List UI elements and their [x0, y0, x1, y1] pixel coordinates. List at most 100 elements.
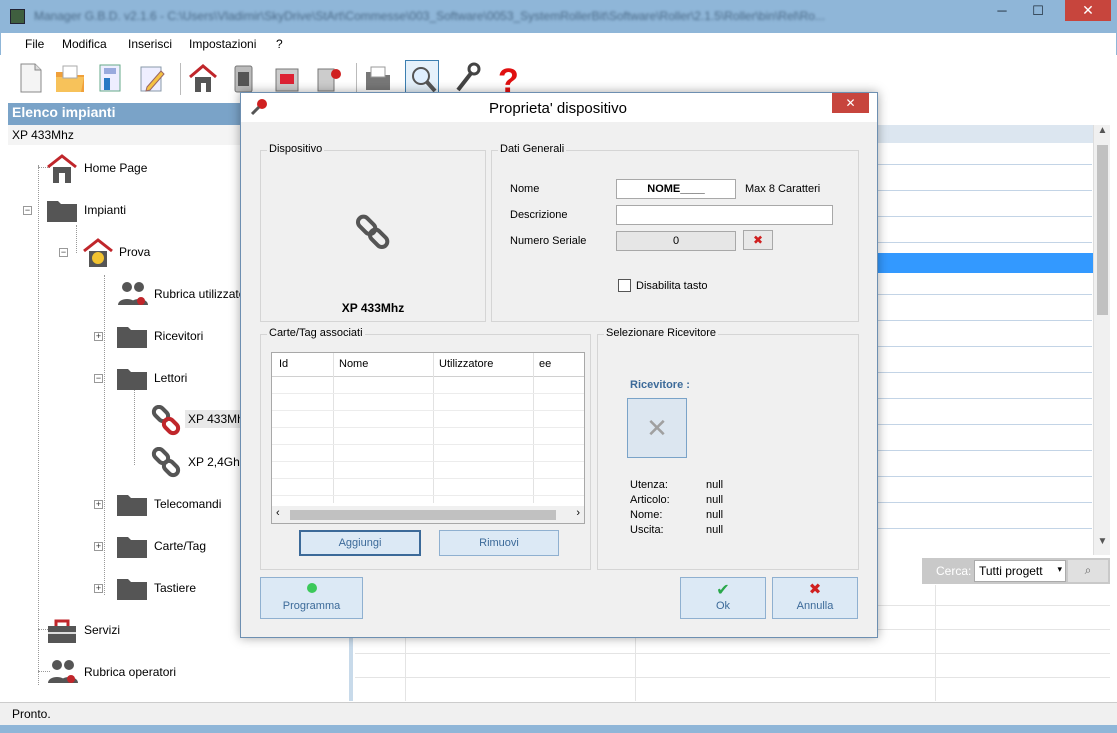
- articolo-label: Articolo:: [630, 494, 670, 506]
- device-properties-dialog: Proprieta' dispositivo ✕ Dispositivo XP …: [240, 92, 878, 638]
- help-icon[interactable]: ?: [490, 60, 524, 100]
- device-icon[interactable]: [226, 60, 260, 96]
- scroll-down-icon[interactable]: ▼: [1095, 536, 1110, 553]
- status-text: Pronto.: [12, 707, 51, 721]
- rimuovi-button[interactable]: Rimuovi: [439, 530, 559, 556]
- uscita-value: null: [706, 524, 724, 536]
- tree-label: Impianti: [84, 203, 127, 217]
- collapse-toggle[interactable]: −: [94, 374, 103, 383]
- svg-text:?: ?: [498, 62, 519, 96]
- utenza-value: null: [706, 479, 724, 491]
- app-icon: [10, 9, 25, 24]
- scroll-right-icon[interactable]: ›: [576, 507, 580, 519]
- menu-impostazioni[interactable]: Impostazioni: [189, 37, 256, 51]
- close-button[interactable]: ✕: [1065, 0, 1111, 21]
- project-select[interactable]: Tutti progett ▾: [974, 560, 1066, 582]
- status-bar: Pronto.: [0, 702, 1117, 733]
- annulla-button[interactable]: ✖ Annulla: [772, 577, 858, 619]
- new-file-icon[interactable]: [13, 60, 47, 96]
- uscita-label: Uscita:: [630, 524, 664, 536]
- tree-label: Rubrica utilizzatori: [154, 287, 253, 301]
- title-bar: Manager G.B.D. v2.1.6 - C:\Users\Vladimi…: [0, 0, 1117, 33]
- column-header-utilizzatore[interactable]: Utilizzatore: [439, 358, 493, 370]
- scroll-left-icon[interactable]: ‹: [276, 507, 280, 519]
- ricevitore-label: Ricevitore :: [630, 379, 690, 391]
- expand-toggle[interactable]: +: [94, 500, 103, 509]
- open-folder-icon[interactable]: [53, 60, 87, 96]
- group-title: Selezionare Ricevitore: [604, 327, 719, 339]
- collapse-toggle[interactable]: −: [59, 248, 68, 257]
- search-button[interactable]: ⌕: [1068, 560, 1108, 582]
- dispositivo-group: Dispositivo XP 433Mhz: [260, 143, 486, 322]
- tree-item-servizi[interactable]: Servizi: [46, 615, 246, 645]
- red-x-icon: ✖: [752, 233, 764, 247]
- home-icon[interactable]: [186, 60, 220, 96]
- clear-serial-button[interactable]: ✖: [743, 230, 773, 250]
- key-device-icon[interactable]: [312, 60, 346, 96]
- tree-label: Telecomandi: [154, 497, 222, 511]
- chevron-down-icon: ▾: [1057, 564, 1062, 574]
- utenza-label: Utenza:: [630, 479, 668, 491]
- device-name: XP 433Mhz: [341, 301, 405, 315]
- menu-modifica[interactable]: Modifica: [62, 37, 107, 51]
- select-receiver-button[interactable]: ✕: [627, 398, 687, 458]
- dialog-title: Proprieta' dispositivo: [489, 100, 627, 117]
- maximize-button[interactable]: ☐: [1023, 0, 1053, 22]
- menu-help[interactable]: ?: [276, 37, 283, 51]
- column-header-nome[interactable]: Nome: [339, 358, 368, 370]
- tree-label: Lettori: [154, 371, 188, 385]
- numero-seriale-label: Numero Seriale: [510, 235, 587, 247]
- disabilita-tasto-label: Disabilita tasto: [636, 280, 708, 292]
- nome-field[interactable]: NOME____: [616, 179, 736, 199]
- tree-label: Carte/Tag: [154, 539, 207, 553]
- toolbar-separator: [356, 63, 357, 95]
- card-device-icon[interactable]: [270, 60, 304, 96]
- tree-item-impianti[interactable]: Impianti: [46, 195, 246, 225]
- column-header-ee[interactable]: ee: [539, 358, 551, 370]
- tree-label: Servizi: [84, 623, 121, 637]
- ok-button[interactable]: ✔ Ok: [680, 577, 766, 619]
- collapse-toggle[interactable]: −: [23, 206, 32, 215]
- nome-label: Nome: [510, 183, 540, 195]
- link-icon: [355, 214, 390, 250]
- nome-label: Nome:: [630, 509, 663, 521]
- group-title: Dispositivo: [267, 143, 325, 155]
- search-icon[interactable]: [405, 60, 439, 96]
- menu-inserisci[interactable]: Inserisci: [128, 37, 172, 51]
- programma-button[interactable]: Programma: [260, 577, 363, 619]
- dialog-close-button[interactable]: ✕: [832, 93, 869, 113]
- save-icon[interactable]: [93, 60, 127, 96]
- menu-file[interactable]: File: [25, 37, 44, 51]
- table-header: Id Nome Utilizzatore ee: [272, 353, 584, 377]
- scroll-thumb[interactable]: [290, 510, 556, 520]
- tree-label: XP 2,4Ghz: [188, 455, 246, 469]
- scroll-up-icon[interactable]: ▲: [1095, 125, 1110, 142]
- tree-item-rubrica-operatori[interactable]: Rubrica operatori: [46, 657, 246, 687]
- checkmark-icon: ✔: [716, 582, 730, 599]
- horizontal-scrollbar[interactable]: ‹ ›: [272, 506, 584, 523]
- expand-toggle[interactable]: +: [94, 542, 103, 551]
- max-chars-label: Max 8 Caratteri: [745, 183, 821, 195]
- aggiungi-button[interactable]: Aggiungi: [299, 530, 421, 556]
- vertical-scrollbar[interactable]: ▲ ▼: [1093, 125, 1110, 555]
- group-title: Dati Generali: [498, 143, 567, 155]
- carte-tag-table: Id Nome Utilizzatore ee ‹ ›: [271, 352, 585, 524]
- tree-label: Prova: [119, 245, 151, 259]
- descrizione-field[interactable]: [616, 205, 833, 225]
- minimize-button[interactable]: ─: [987, 0, 1017, 22]
- expand-toggle[interactable]: +: [94, 584, 103, 593]
- disabilita-tasto-checkbox[interactable]: [618, 279, 631, 292]
- edit-icon[interactable]: [135, 60, 169, 96]
- numero-seriale-field: 0: [616, 231, 736, 251]
- tree-item-home[interactable]: Home Page: [46, 153, 246, 183]
- column-header-id[interactable]: Id: [279, 358, 288, 370]
- gray-x-icon: ✕: [646, 413, 668, 443]
- wrench-icon[interactable]: [450, 60, 484, 96]
- group-title: Carte/Tag associati: [267, 327, 365, 339]
- dati-generali-group: Dati Generali Nome NOME____ Max 8 Caratt…: [491, 143, 859, 322]
- expand-toggle[interactable]: +: [94, 332, 103, 341]
- scroll-thumb[interactable]: [1097, 145, 1108, 315]
- selected-row[interactable]: [878, 253, 1093, 273]
- descrizione-label: Descrizione: [510, 209, 568, 221]
- folder-open-icon[interactable]: [361, 60, 395, 96]
